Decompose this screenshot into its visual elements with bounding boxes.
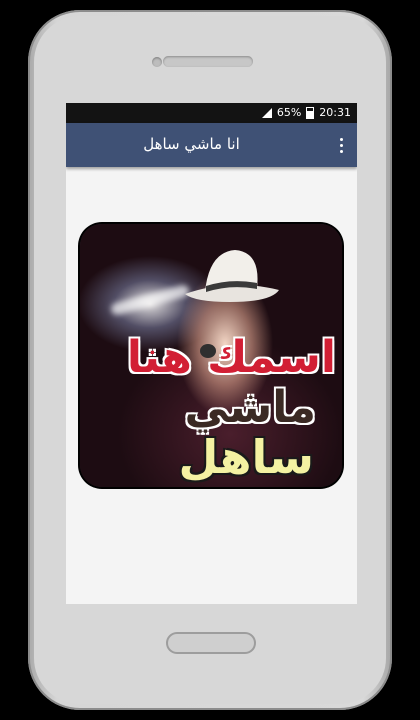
overlay-line-2: ماشي <box>184 382 316 433</box>
device-screen: 65% 20:31 انا ماشي ساهل اسمك هنا ماشي سا… <box>66 103 357 604</box>
signal-icon <box>261 107 272 118</box>
clock: 20:31 <box>319 106 351 119</box>
overflow-menu-icon[interactable] <box>335 135 347 155</box>
overlay-line-3: ساهل <box>178 430 314 484</box>
app-title: انا ماشي ساهل <box>143 135 240 153</box>
status-indicators: 65% 20:31 <box>261 106 351 119</box>
battery-percent: 65% <box>276 106 302 119</box>
card-text-overlay: اسمك هنا ماشي ساهل <box>80 224 342 487</box>
image-card[interactable]: اسمك هنا ماشي ساهل <box>80 224 342 487</box>
overlay-line-1: اسمك هنا <box>126 332 336 383</box>
app-bar: انا ماشي ساهل <box>66 123 357 167</box>
front-camera <box>152 57 162 67</box>
home-button[interactable] <box>166 632 256 654</box>
earpiece-speaker <box>163 56 253 67</box>
status-bar: 65% 20:31 <box>66 103 357 123</box>
battery-icon <box>306 106 315 119</box>
